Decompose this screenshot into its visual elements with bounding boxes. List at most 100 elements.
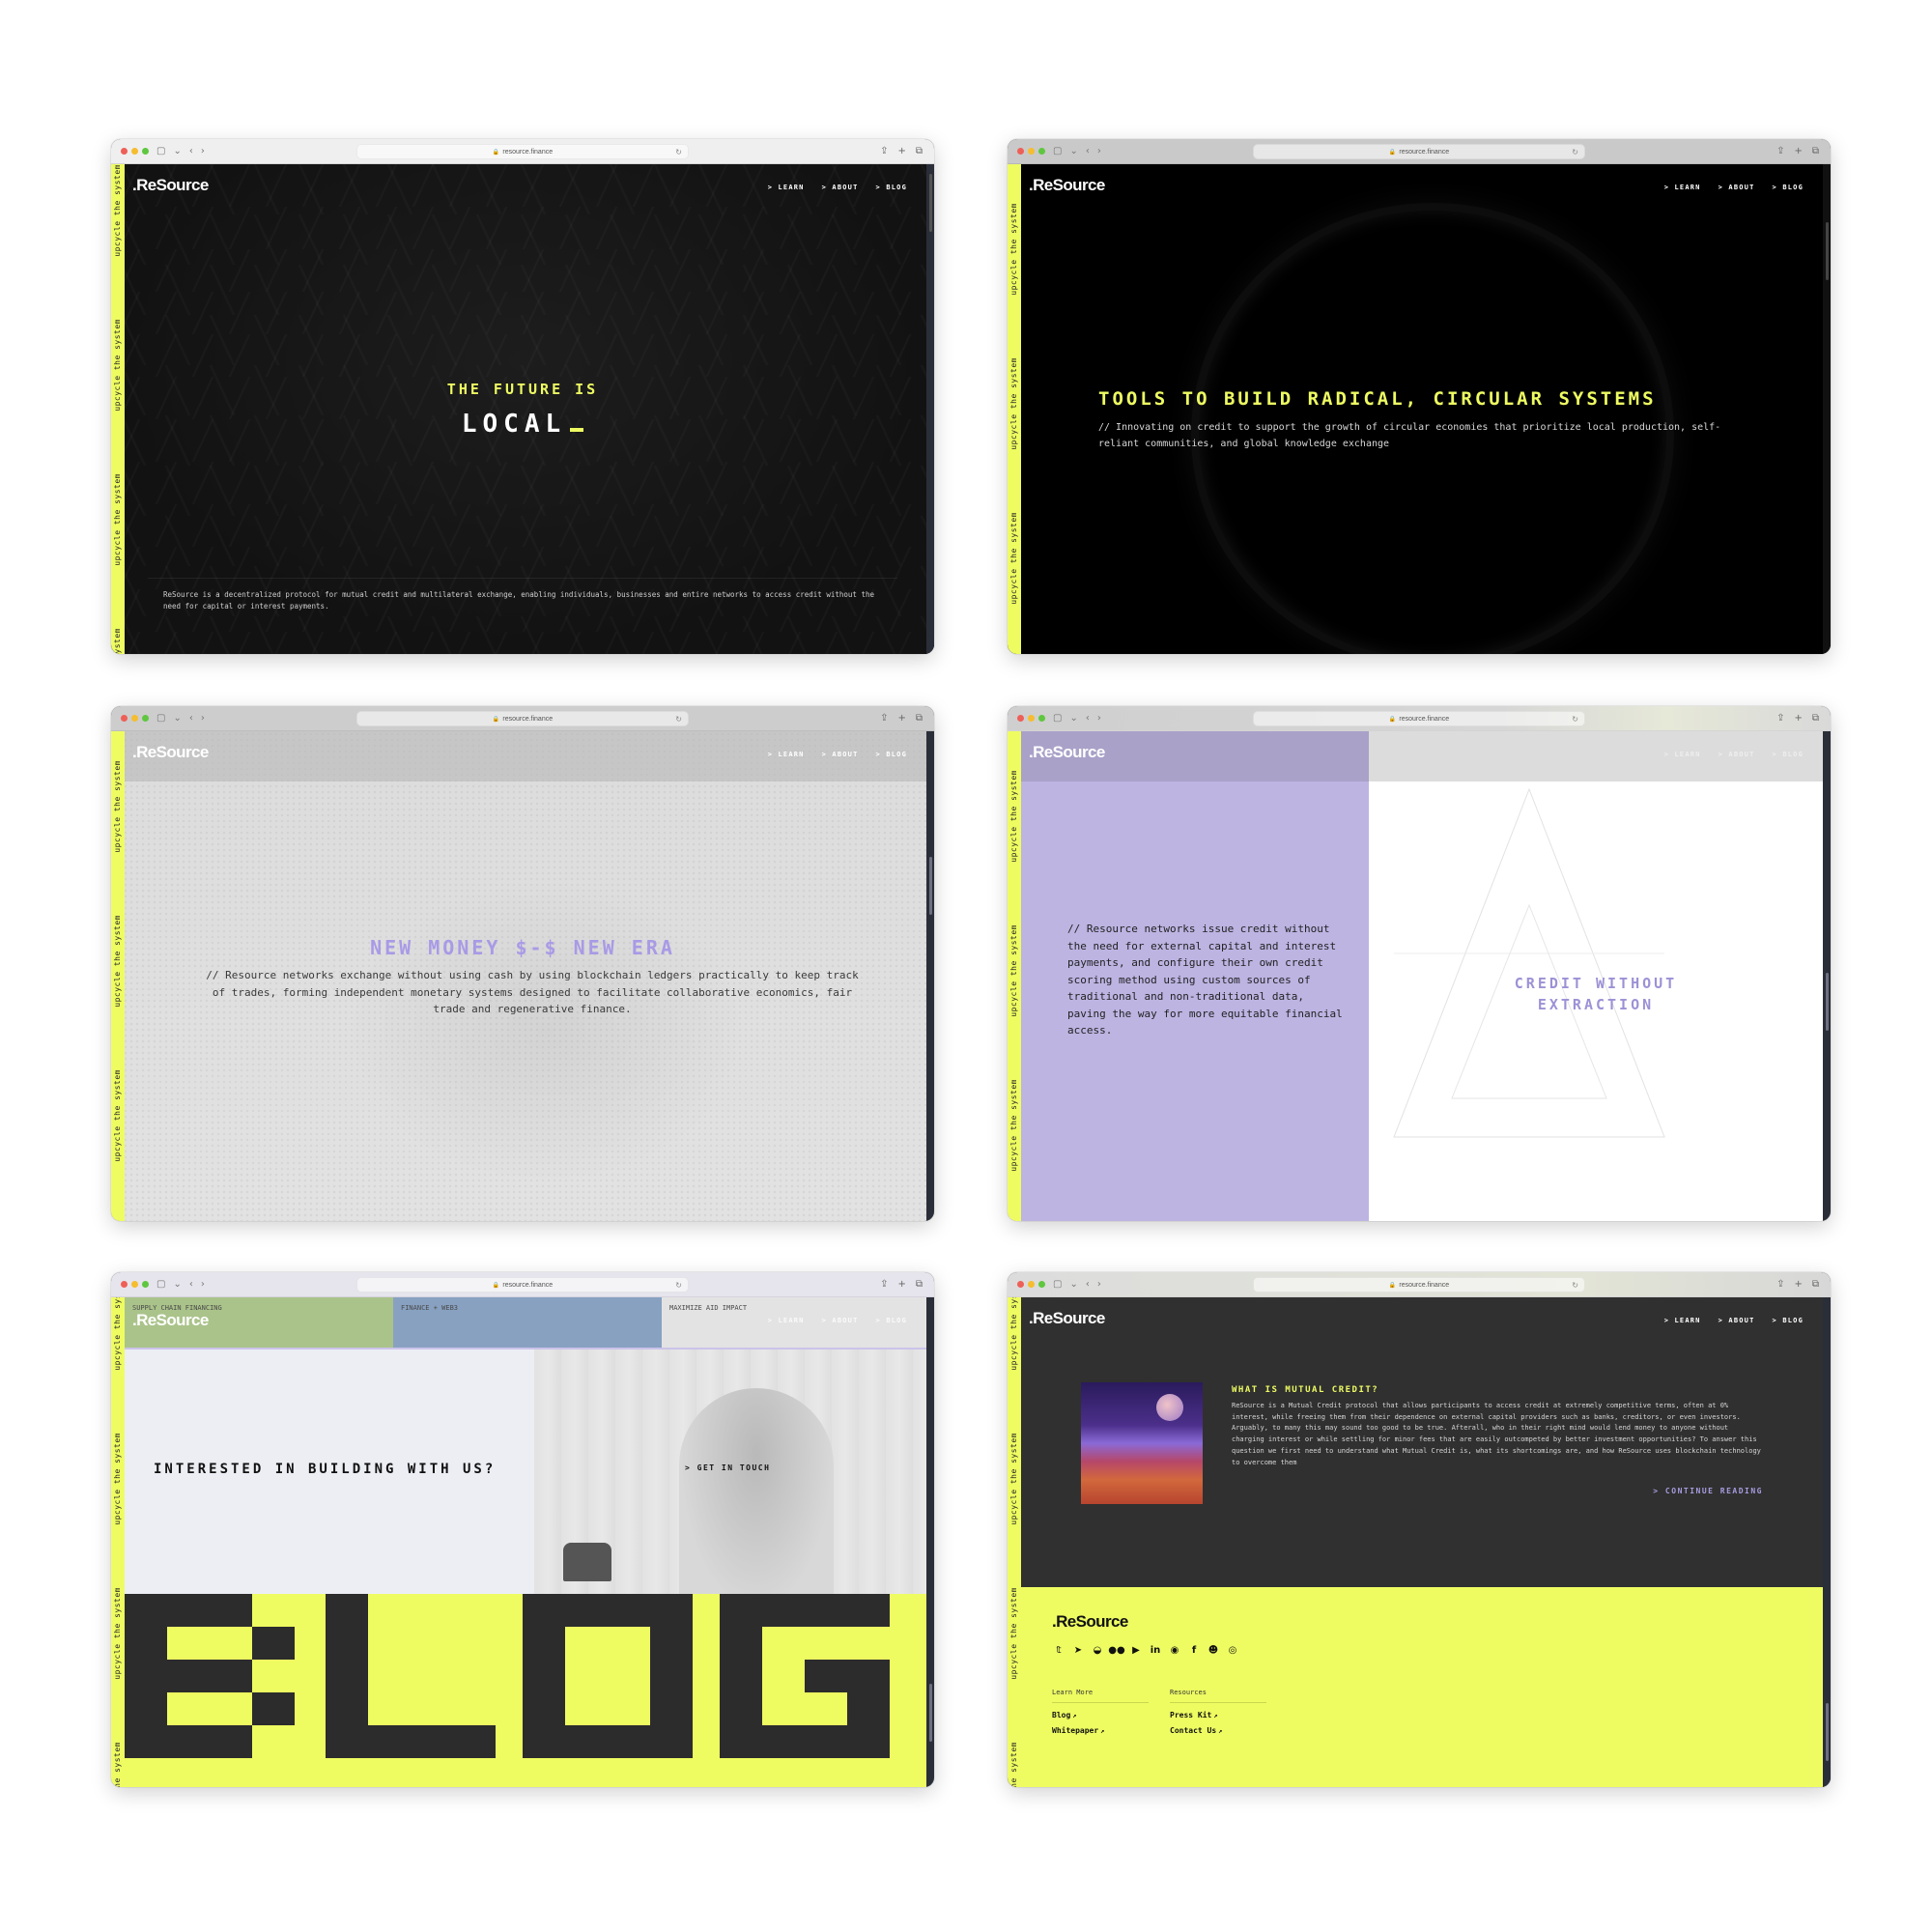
continue-reading-link[interactable]: > CONTINUE READING — [1653, 1487, 1763, 1495]
nav-blog[interactable]: > BLOG — [876, 184, 908, 191]
new-tab-icon[interactable]: + — [897, 1279, 905, 1290]
forward-icon[interactable]: › — [1097, 1279, 1101, 1290]
footer-link-whitepaper[interactable]: Whitepaper ↗ — [1052, 1726, 1149, 1735]
back-icon[interactable]: ‹ — [1086, 713, 1090, 724]
scrollbar[interactable] — [1823, 731, 1831, 1221]
nav-about[interactable]: > ABOUT — [1719, 751, 1755, 758]
chevron-down-icon[interactable]: ⌄ — [173, 713, 181, 724]
logo[interactable]: .ReSource — [132, 176, 209, 195]
post-thumbnail[interactable] — [1081, 1382, 1203, 1504]
scrollbar[interactable] — [926, 1297, 934, 1787]
scrollbar[interactable] — [1823, 1297, 1831, 1787]
scrollbar[interactable] — [926, 164, 934, 654]
chevron-down-icon[interactable]: ⌄ — [173, 1279, 181, 1290]
close-window-button[interactable] — [1017, 1281, 1024, 1288]
reload-icon[interactable]: ↻ — [1572, 148, 1578, 156]
linkedin-icon[interactable]: in — [1149, 1643, 1162, 1657]
address-bar[interactable]: 🔒 resource.finance ↻ — [1253, 1277, 1585, 1293]
nav-about[interactable]: > ABOUT — [1719, 1317, 1755, 1324]
nav-about[interactable]: > ABOUT — [822, 184, 859, 191]
telegram-icon[interactable]: ➤ — [1071, 1643, 1085, 1657]
nav-learn[interactable]: > LEARN — [1664, 751, 1701, 758]
maximize-window-button[interactable] — [1038, 1281, 1045, 1288]
forward-icon[interactable]: › — [201, 713, 205, 724]
forward-icon[interactable]: › — [1097, 146, 1101, 156]
nav-learn[interactable]: > LEARN — [1664, 184, 1701, 191]
share-icon[interactable]: ⇪ — [880, 713, 888, 724]
youtube-icon[interactable]: ▶ — [1129, 1643, 1143, 1657]
logo[interactable]: .ReSource — [1029, 176, 1105, 195]
maximize-window-button[interactable] — [142, 148, 149, 155]
nav-blog[interactable]: > BLOG — [1773, 1317, 1804, 1324]
sidebar-toggle-icon[interactable]: ▢ — [1053, 1279, 1062, 1290]
back-icon[interactable]: ‹ — [1086, 146, 1090, 156]
nav-learn[interactable]: > LEARN — [1664, 1317, 1701, 1324]
minimize-window-button[interactable] — [131, 148, 138, 155]
nav-blog[interactable]: > BLOG — [876, 751, 908, 758]
back-icon[interactable]: ‹ — [189, 1279, 193, 1290]
tabs-overview-icon[interactable]: ⧉ — [916, 1279, 923, 1290]
new-tab-icon[interactable]: + — [1794, 713, 1802, 724]
close-window-button[interactable] — [121, 715, 128, 722]
nav-learn[interactable]: > LEARN — [768, 1317, 805, 1324]
use-case-tab-finance-web3[interactable]: FINANCE + WEB3 — [393, 1297, 662, 1348]
reddit-icon[interactable]: ☻ — [1207, 1643, 1220, 1657]
new-tab-icon[interactable]: + — [897, 713, 905, 724]
reload-icon[interactable]: ↻ — [675, 148, 682, 156]
maximize-window-button[interactable] — [1038, 148, 1045, 155]
maximize-window-button[interactable] — [1038, 715, 1045, 722]
tabs-overview-icon[interactable]: ⧉ — [916, 713, 923, 724]
facebook-icon[interactable]: f — [1187, 1643, 1201, 1657]
share-icon[interactable]: ⇪ — [1776, 1279, 1784, 1290]
nav-blog[interactable]: > BLOG — [1773, 751, 1804, 758]
close-window-button[interactable] — [1017, 715, 1024, 722]
logo[interactable]: .ReSource — [132, 1311, 209, 1330]
share-icon[interactable]: ⇪ — [880, 1279, 888, 1290]
reload-icon[interactable]: ↻ — [1572, 715, 1578, 724]
tabs-overview-icon[interactable]: ⧉ — [916, 146, 923, 156]
close-window-button[interactable] — [121, 1281, 128, 1288]
nav-blog[interactable]: > BLOG — [1773, 184, 1804, 191]
reload-icon[interactable]: ↻ — [675, 1281, 682, 1290]
footer-link-contact-us[interactable]: Contact Us ↗ — [1170, 1726, 1266, 1735]
nav-about[interactable]: > ABOUT — [1719, 184, 1755, 191]
discord-icon[interactable]: ◒ — [1091, 1643, 1104, 1657]
address-bar[interactable]: 🔒 resource.finance ↻ — [1253, 711, 1585, 726]
sidebar-toggle-icon[interactable]: ▢ — [156, 146, 165, 156]
minimize-window-button[interactable] — [1028, 715, 1035, 722]
logo[interactable]: .ReSource — [1029, 743, 1105, 762]
scrollbar[interactable] — [926, 731, 934, 1221]
sidebar-toggle-icon[interactable]: ▢ — [1053, 713, 1062, 724]
github-icon[interactable]: ◉ — [1168, 1643, 1181, 1657]
new-tab-icon[interactable]: + — [1794, 1279, 1802, 1290]
footer-logo[interactable]: .ReSource — [1052, 1612, 1128, 1632]
back-icon[interactable]: ‹ — [189, 713, 193, 724]
address-bar[interactable]: 🔒 resource.finance ↻ — [356, 144, 689, 159]
address-bar[interactable]: 🔒 resource.finance ↻ — [356, 711, 689, 726]
chevron-down-icon[interactable]: ⌄ — [173, 146, 181, 156]
tabs-overview-icon[interactable]: ⧉ — [1812, 713, 1819, 724]
forward-icon[interactable]: › — [1097, 713, 1101, 724]
get-in-touch-link[interactable]: > GET IN TOUCH — [685, 1463, 770, 1472]
twitter-icon[interactable]: 𝕥 — [1052, 1643, 1065, 1657]
back-icon[interactable]: ‹ — [1086, 1279, 1090, 1290]
nav-blog[interactable]: > BLOG — [876, 1317, 908, 1324]
minimize-window-button[interactable] — [131, 1281, 138, 1288]
tabs-overview-icon[interactable]: ⧉ — [1812, 146, 1819, 156]
instagram-icon[interactable]: ◎ — [1226, 1643, 1239, 1657]
close-window-button[interactable] — [1017, 148, 1024, 155]
blog-banner[interactable] — [125, 1594, 926, 1787]
sidebar-toggle-icon[interactable]: ▢ — [1053, 146, 1062, 156]
nav-learn[interactable]: > LEARN — [768, 184, 805, 191]
sidebar-toggle-icon[interactable]: ▢ — [156, 1279, 165, 1290]
address-bar[interactable]: 🔒 resource.finance ↻ — [356, 1277, 689, 1293]
nav-learn[interactable]: > LEARN — [768, 751, 805, 758]
logo[interactable]: .ReSource — [1029, 1309, 1105, 1328]
nav-about[interactable]: > ABOUT — [822, 1317, 859, 1324]
minimize-window-button[interactable] — [1028, 1281, 1035, 1288]
share-icon[interactable]: ⇪ — [880, 146, 888, 156]
share-icon[interactable]: ⇪ — [1776, 713, 1784, 724]
close-window-button[interactable] — [121, 148, 128, 155]
forward-icon[interactable]: › — [201, 146, 205, 156]
reload-icon[interactable]: ↻ — [675, 715, 682, 724]
